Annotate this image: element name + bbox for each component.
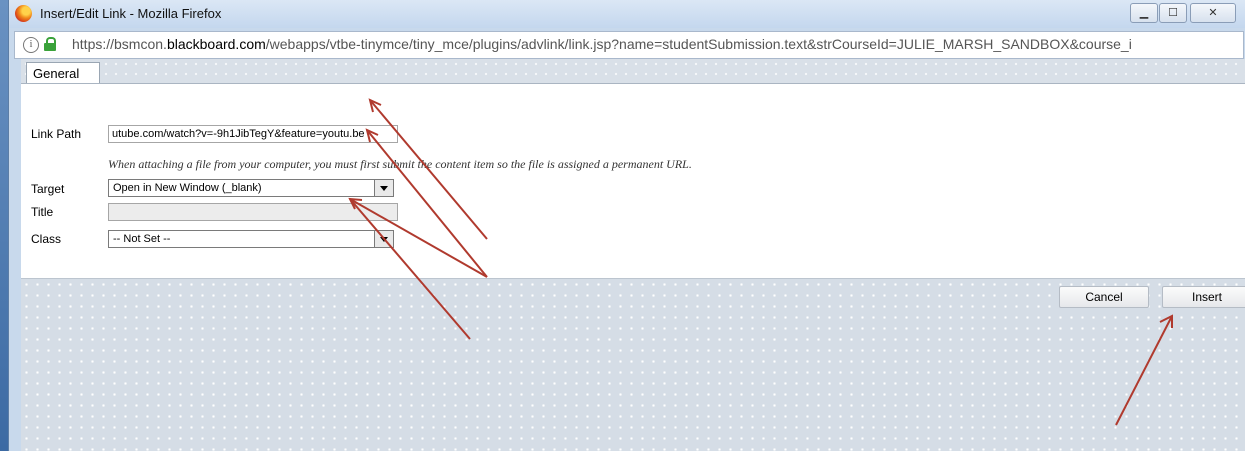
red-arrow-to-target-lower: [349, 198, 471, 340]
red-arrow-to-insert: [1115, 314, 1173, 426]
red-arrow-to-target: [348, 197, 488, 278]
annotation-arrows: [348, 98, 1173, 426]
red-arrow-to-link-path: [365, 128, 488, 278]
red-arrow-to-tab-strip: [368, 98, 488, 240]
